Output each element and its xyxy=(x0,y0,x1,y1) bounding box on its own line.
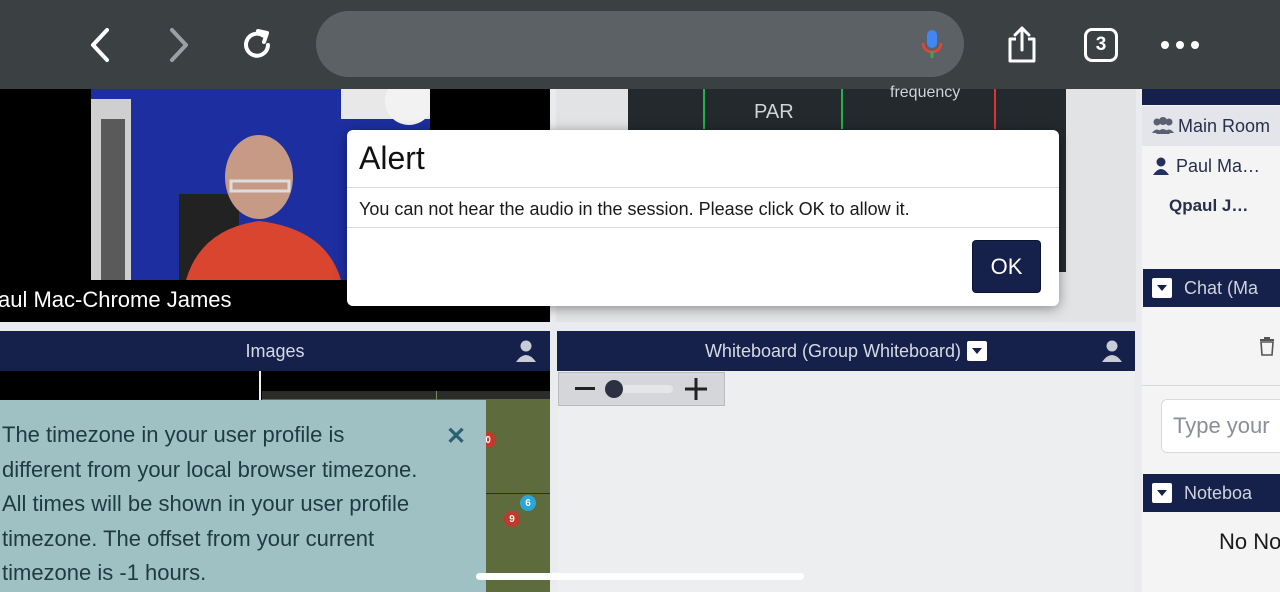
chat-header[interactable]: Chat (Ma xyxy=(1143,269,1280,307)
notebook-collapse-toggle[interactable] xyxy=(1152,483,1172,503)
address-bar[interactable] xyxy=(316,11,964,77)
participant-name-label: aul Mac-Chrome James xyxy=(0,287,232,312)
chevron-down-icon xyxy=(972,348,983,354)
zoom-control xyxy=(558,372,725,406)
reload-icon xyxy=(244,29,270,58)
user-item[interactable]: Paul Ma… xyxy=(1142,146,1280,186)
chat-divider xyxy=(1142,385,1280,386)
share-icon xyxy=(1008,26,1036,63)
zoom-slider[interactable] xyxy=(605,380,673,398)
par-label: PAR xyxy=(754,101,794,123)
whiteboard-panel-title: Whiteboard (Group Whiteboard) xyxy=(704,340,962,361)
whiteboard-panel-header: Whiteboard (Group Whiteboard) xyxy=(557,331,1135,371)
zoom-out-icon[interactable] xyxy=(575,387,595,391)
stats-divider xyxy=(994,89,996,129)
chevron-left-icon xyxy=(91,28,109,62)
forward-button[interactable] xyxy=(155,22,201,68)
chevron-down-icon xyxy=(1157,285,1167,291)
chat-input-placeholder: Type your xyxy=(1173,413,1270,438)
notebook-header[interactable]: Noteboa xyxy=(1143,474,1280,512)
timezone-notice: The timezone in your user profile is dif… xyxy=(0,400,486,592)
whiteboard-select-toggle[interactable] xyxy=(967,341,988,361)
group-icon xyxy=(1152,117,1174,134)
alert-divider xyxy=(347,187,1059,188)
main-room-label: Main Room xyxy=(1178,115,1271,136)
notebook-title: Noteboa xyxy=(1184,482,1253,503)
trash-icon[interactable] xyxy=(1258,336,1276,356)
home-indicator[interactable] xyxy=(476,573,804,580)
chat-input[interactable]: Type your xyxy=(1161,399,1280,453)
right-sidebar: Main Room Paul Ma… Qpaul J… Chat (Ma Typ… xyxy=(1142,89,1280,592)
alert-title: Alert xyxy=(359,140,425,176)
stats-divider xyxy=(703,89,705,129)
chat-collapse-toggle[interactable] xyxy=(1152,278,1172,298)
alert-divider xyxy=(347,227,1059,228)
images-panel-header: Images xyxy=(0,331,550,371)
main-room-item[interactable]: Main Room xyxy=(1142,106,1280,146)
notebook-empty-text: No No xyxy=(1219,529,1280,554)
more-dots-icon xyxy=(1161,41,1199,49)
user-icon[interactable] xyxy=(1102,340,1122,362)
sub-user-item[interactable]: Qpaul J… xyxy=(1142,186,1280,226)
user-icon[interactable] xyxy=(516,340,536,362)
sub-user-label: Qpaul J… xyxy=(1169,196,1249,215)
reload-button[interactable] xyxy=(234,22,280,68)
tabs-button[interactable]: 3 xyxy=(1078,22,1124,68)
chevron-right-icon xyxy=(170,28,188,62)
user-icon xyxy=(1153,157,1169,175)
map-marker[interactable]: 6 xyxy=(520,495,536,511)
tab-count-badge: 3 xyxy=(1084,28,1118,62)
timezone-notice-text: The timezone in your user profile is dif… xyxy=(2,422,418,585)
microphone-icon[interactable] xyxy=(920,28,944,62)
alert-message: You can not hear the audio in the sessio… xyxy=(359,199,910,219)
more-menu-button[interactable] xyxy=(1157,22,1203,68)
chevron-down-icon xyxy=(1157,490,1167,496)
chat-title: Chat (Ma xyxy=(1184,277,1259,298)
attendees-header xyxy=(1142,89,1280,105)
ok-button[interactable]: OK xyxy=(972,240,1041,293)
alert-dialog: Alert You can not hear the audio in the … xyxy=(347,130,1059,306)
share-button[interactable] xyxy=(999,22,1045,68)
frequency-label: frequency xyxy=(890,84,961,101)
map-marker[interactable]: 9 xyxy=(504,511,520,527)
close-icon[interactable]: ✕ xyxy=(446,422,466,451)
browser-toolbar: 3 xyxy=(0,0,1280,89)
user-name-label: Paul Ma… xyxy=(1176,155,1261,176)
zoom-slider-handle[interactable] xyxy=(605,380,623,398)
back-button[interactable] xyxy=(78,22,124,68)
images-panel-title: Images xyxy=(245,340,305,361)
stats-divider xyxy=(841,89,843,129)
zoom-in-icon[interactable] xyxy=(685,378,707,400)
